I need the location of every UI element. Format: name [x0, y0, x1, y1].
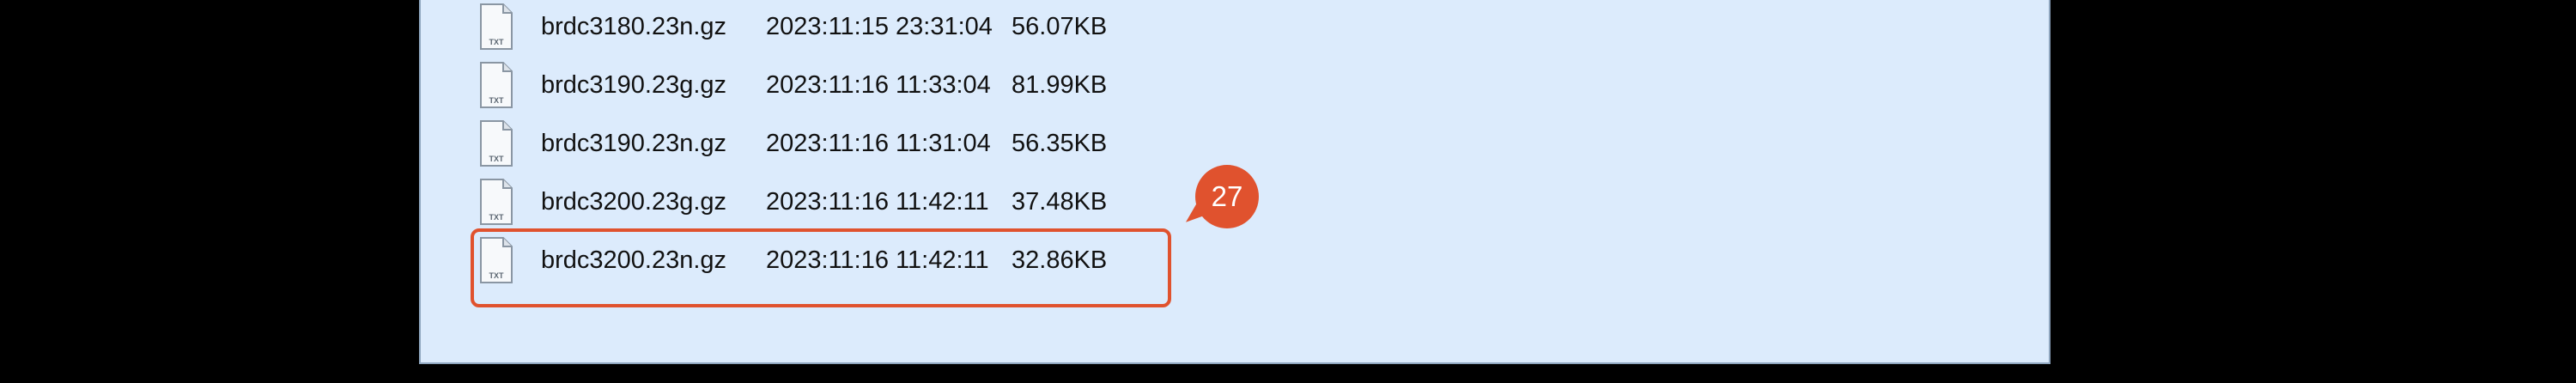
txt-file-icon: TXT	[479, 179, 513, 225]
file-date: 2023:11:15 23:31:04	[766, 13, 993, 40]
file-name[interactable]: brdc3180.23n.gz	[541, 13, 726, 41]
txt-file-icon: TXT	[479, 62, 513, 108]
file-date: 2023:11:16 11:42:11	[766, 188, 989, 216]
svg-text:TXT: TXT	[489, 155, 505, 163]
file-size: 56.07KB	[1012, 13, 1108, 40]
file-name[interactable]: brdc3190.23g.gz	[541, 71, 726, 100]
svg-text:TXT: TXT	[489, 213, 505, 222]
file-date: 2023:11:16 11:31:04	[766, 130, 991, 157]
txt-file-icon: TXT	[479, 120, 513, 167]
file-name[interactable]: brdc3190.23n.gz	[541, 130, 726, 158]
annotation-badge: 27	[1195, 165, 1259, 228]
txt-file-icon: TXT	[479, 3, 513, 50]
file-size: 56.35KB	[1012, 130, 1108, 157]
highlight-box	[471, 228, 1171, 307]
svg-text:TXT: TXT	[489, 96, 505, 105]
file-row[interactable]: TXT brdc3190.23g.gz 2023:11:16 11:33:04 …	[479, 62, 1166, 113]
file-row[interactable]: TXT brdc3190.23n.gz 2023:11:16 11:31:04 …	[479, 120, 1166, 172]
file-row[interactable]: TXT brdc3200.23g.gz 2023:11:16 11:42:11 …	[479, 179, 1166, 230]
file-date: 2023:11:16 11:33:04	[766, 71, 991, 99]
file-size: 37.48KB	[1012, 188, 1108, 216]
file-name[interactable]: brdc3200.23g.gz	[541, 188, 726, 216]
file-size: 81.99KB	[1012, 71, 1108, 99]
file-row[interactable]: TXT brdc3180.23n.gz 2023:11:15 23:31:04 …	[479, 3, 1166, 55]
svg-text:TXT: TXT	[489, 38, 505, 46]
